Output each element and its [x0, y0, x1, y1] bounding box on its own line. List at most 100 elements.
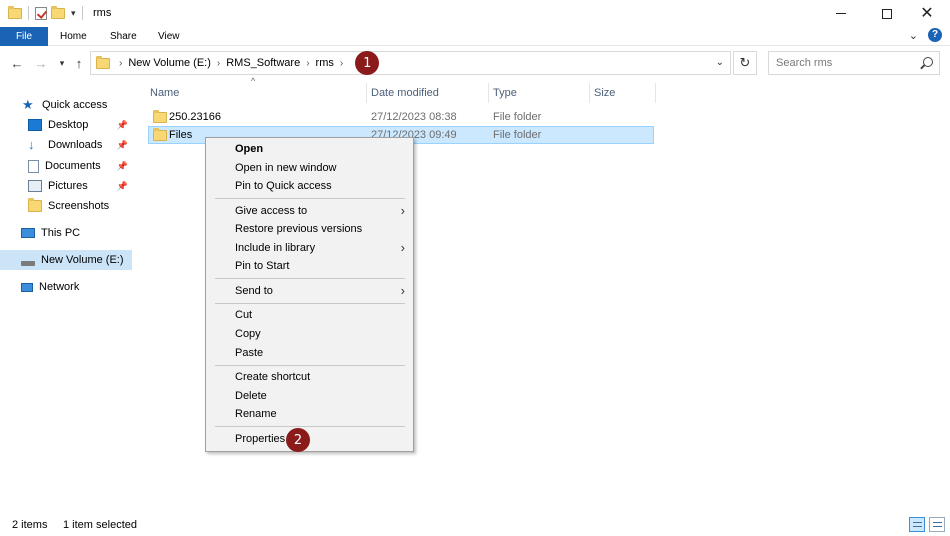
address-bar[interactable]: › New Volume (E:) › RMS_Software › rms ›… — [90, 51, 731, 75]
menu-separator — [215, 198, 405, 199]
search-input[interactable]: Search rms — [768, 51, 940, 75]
desktop-icon — [28, 119, 42, 131]
breadcrumb-item[interactable]: New Volume (E:) — [128, 57, 211, 69]
chevron-right-icon[interactable]: › — [306, 58, 309, 69]
menu-item-pin-quick-access[interactable]: Pin to Quick access — [206, 177, 413, 195]
refresh-button[interactable]: ↻ — [733, 51, 757, 75]
sidebar-item-documents[interactable]: Documents 📌 — [0, 156, 132, 176]
expand-ribbon-icon[interactable]: ⌄ — [909, 29, 918, 42]
large-icons-view-button[interactable] — [929, 517, 945, 532]
folder-icon — [153, 128, 167, 141]
step-badge: 2 — [286, 428, 310, 452]
tab-share[interactable]: Share — [110, 27, 137, 46]
menu-item-open-new-window[interactable]: Open in new window — [206, 159, 413, 177]
toolbar-divider — [81, 6, 83, 20]
sidebar-item-desktop[interactable]: Desktop 📌 — [0, 115, 132, 135]
menu-item-rename[interactable]: Rename — [206, 405, 413, 423]
chevron-down-icon: ▾ — [59, 57, 65, 68]
sidebar-item-label: Documents — [45, 160, 101, 172]
back-button[interactable]: ← — [8, 54, 26, 72]
breadcrumb-item[interactable]: rms — [316, 57, 334, 69]
sidebar-item-new-volume[interactable]: New Volume (E:) — [0, 250, 132, 270]
column-header-name[interactable]: Name — [150, 83, 179, 103]
file-type: File folder — [493, 129, 542, 141]
sidebar-item-quick-access[interactable]: ★ Quick access — [0, 95, 132, 115]
sidebar-item-this-pc[interactable]: This PC — [0, 223, 132, 243]
minimize-button[interactable] — [818, 0, 864, 27]
column-divider[interactable] — [589, 83, 590, 103]
up-button[interactable]: ↑ — [70, 54, 88, 72]
pin-icon: 📌 — [116, 119, 128, 130]
close-button[interactable]: ✕ — [904, 0, 950, 27]
forward-button[interactable]: → — [32, 54, 50, 72]
column-header-date[interactable]: Date modified — [371, 83, 439, 103]
recent-locations-button[interactable]: ▾ — [53, 54, 71, 72]
chevron-right-icon: › — [119, 57, 123, 69]
sidebar-item-pictures[interactable]: Pictures 📌 — [0, 176, 132, 196]
sidebar-item-downloads[interactable]: ↓ Downloads 📌 — [0, 135, 132, 155]
menu-separator — [215, 426, 405, 427]
menu-item-send-to[interactable]: Send to › — [206, 282, 413, 300]
address-dropdown-icon[interactable]: ⌄ — [716, 57, 724, 68]
breadcrumb: › New Volume (E:) › RMS_Software › rms ›… — [113, 51, 380, 75]
chevron-right-icon[interactable]: › — [340, 58, 343, 69]
sidebar-item-label: Pictures — [48, 180, 88, 192]
sidebar-item-network[interactable]: Network — [0, 277, 132, 297]
menu-item-label: Include in library — [235, 242, 316, 254]
properties-check-icon[interactable] — [35, 6, 47, 20]
download-arrow-icon: ↓ — [28, 137, 35, 152]
breadcrumb-item[interactable]: RMS_Software — [226, 57, 300, 69]
column-divider[interactable] — [366, 83, 367, 103]
sidebar-item-label: Quick access — [42, 99, 108, 111]
menu-item-open[interactable]: Open — [206, 140, 413, 158]
menu-item-label: Send to — [235, 285, 273, 297]
up-arrow-icon: ↑ — [75, 55, 83, 71]
menu-item-paste[interactable]: Paste — [206, 344, 413, 362]
ribbon: File Home Share View ⌄ ? — [0, 27, 950, 46]
menu-item-include-library[interactable]: Include in library › — [206, 239, 413, 257]
folder-icon — [8, 5, 22, 19]
folder-icon — [153, 110, 167, 123]
menu-item-pin-start[interactable]: Pin to Start — [206, 257, 413, 275]
menu-item-create-shortcut[interactable]: Create shortcut — [206, 368, 413, 386]
sidebar-item-screenshots[interactable]: Screenshots — [0, 196, 132, 216]
file-type: File folder — [493, 111, 542, 123]
tab-home[interactable]: Home — [60, 27, 87, 46]
document-icon — [28, 159, 39, 173]
sidebar-item-label: New Volume (E:) — [41, 254, 124, 266]
column-header-type[interactable]: Type — [493, 83, 517, 103]
column-divider[interactable] — [488, 83, 489, 103]
file-row[interactable]: 250.23166 27/12/2023 08:38 File folder — [148, 108, 654, 126]
navigation-bar: ← → ▾ ↑ › New Volume (E:) › RMS_Software… — [0, 48, 950, 78]
details-view-button[interactable] — [909, 517, 925, 532]
chevron-right-icon[interactable]: › — [217, 58, 220, 69]
menu-item-cut[interactable]: Cut — [206, 306, 413, 324]
sidebar-item-label: Desktop — [48, 119, 89, 131]
menu-item-delete[interactable]: Delete — [206, 387, 413, 405]
new-folder-icon[interactable] — [51, 5, 65, 19]
tab-view[interactable]: View — [158, 27, 180, 46]
search-icon — [923, 57, 933, 67]
status-bar: 2 items 1 item selected — [0, 514, 950, 536]
submenu-arrow-icon: › — [400, 283, 405, 298]
close-icon: ✕ — [920, 4, 934, 22]
menu-item-restore-versions[interactable]: Restore previous versions — [206, 220, 413, 238]
navigation-pane: ★ Quick access Desktop 📌 ↓ Downloads 📌 D… — [0, 88, 140, 508]
context-menu: Open Open in new window Pin to Quick acc… — [205, 137, 414, 452]
selection-count: 1 item selected — [63, 519, 137, 531]
menu-separator — [215, 278, 405, 279]
title-bar: ▾ rms ✕ — [0, 0, 950, 27]
column-header-size[interactable]: Size — [594, 83, 615, 103]
tab-file[interactable]: File — [0, 27, 48, 46]
sidebar-item-label: Screenshots — [48, 200, 110, 212]
column-divider[interactable] — [655, 83, 656, 103]
computer-icon — [21, 228, 35, 238]
star-icon: ★ — [22, 97, 34, 112]
customize-dropdown-icon[interactable]: ▾ — [71, 8, 76, 19]
help-icon[interactable]: ? — [928, 28, 942, 42]
pin-icon: 📌 — [116, 139, 128, 150]
menu-item-copy[interactable]: Copy — [206, 325, 413, 343]
minimize-icon — [836, 13, 846, 14]
menu-item-give-access[interactable]: Give access to › — [206, 202, 413, 220]
refresh-icon: ↻ — [739, 55, 751, 70]
